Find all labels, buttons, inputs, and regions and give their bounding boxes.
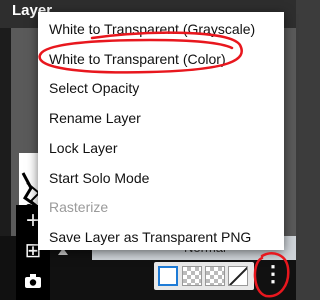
menu-item-select-opacity[interactable]: Select Opacity bbox=[38, 74, 284, 104]
swatch-white[interactable] bbox=[158, 266, 178, 286]
swatch-checker-1[interactable] bbox=[182, 266, 202, 286]
menu-item-lock-layer[interactable]: Lock Layer bbox=[38, 133, 284, 163]
swatch-none[interactable] bbox=[228, 266, 248, 286]
menu-item-start-solo-mode[interactable]: Start Solo Mode bbox=[38, 163, 284, 193]
swatch-checker-2[interactable] bbox=[205, 266, 225, 286]
menu-item-white-to-transparent-grayscale[interactable]: White to Transparent (Grayscale) bbox=[38, 14, 284, 44]
background-swatch-row bbox=[154, 262, 254, 290]
menu-item-rename-layer[interactable]: Rename Layer bbox=[38, 103, 284, 133]
menu-item-white-to-transparent-color[interactable]: White to Transparent (Color) bbox=[38, 44, 284, 74]
menu-item-rasterize: Rasterize bbox=[49, 199, 109, 216]
camera-icon[interactable] bbox=[16, 267, 50, 295]
more-vertical-icon[interactable]: ⋮ bbox=[262, 254, 284, 294]
menu-item-save-transparent-png[interactable]: Save Layer as Transparent PNG bbox=[38, 222, 284, 252]
layer-options-menu: White to Transparent (Grayscale) White t… bbox=[38, 12, 284, 250]
